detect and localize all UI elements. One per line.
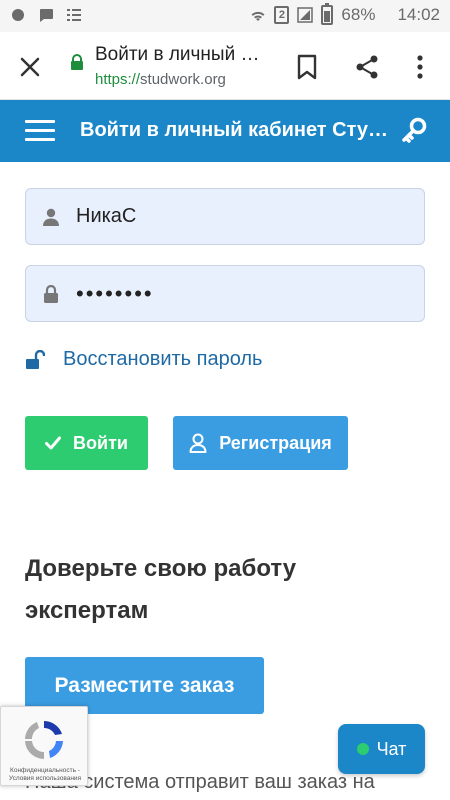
message-icon <box>40 9 53 22</box>
lock-icon <box>44 285 58 303</box>
chat-label: Чат <box>376 738 407 759</box>
hamburger-menu-icon[interactable] <box>25 120 55 142</box>
battery-icon <box>321 3 334 25</box>
secure-lock-icon <box>71 54 83 70</box>
page-title: Войти в личный … <box>95 44 260 65</box>
close-tab-button[interactable] <box>16 53 44 81</box>
notification-dot-icon <box>12 9 24 21</box>
battery-percent: 68% <box>341 5 376 24</box>
register-button[interactable]: Регистрация <box>173 416 348 470</box>
url-host: studwork.org <box>140 71 226 88</box>
restore-password-label: Восстановить пароль <box>63 348 263 370</box>
recaptcha-logo-icon <box>25 721 63 759</box>
online-status-icon <box>356 743 369 755</box>
browser-toolbar: Войти в личный … https://studwork.org <box>0 32 450 100</box>
login-input[interactable] <box>76 189 416 244</box>
restore-password-link[interactable]: Восстановить пароль <box>25 348 262 371</box>
bookmark-icon[interactable] <box>296 54 318 80</box>
sim-badge: 2 <box>274 6 290 24</box>
signal-icon <box>297 7 314 23</box>
unlock-icon <box>26 349 45 369</box>
password-input[interactable] <box>76 266 416 321</box>
user-outline-icon <box>189 433 207 453</box>
overflow-menu-icon[interactable] <box>414 54 426 80</box>
login-button[interactable]: Войти <box>25 416 148 470</box>
header-title: Войти в личный кабинет Сту… <box>80 119 389 141</box>
clock: 14:02 <box>397 5 440 24</box>
user-icon <box>43 208 59 226</box>
share-icon[interactable] <box>354 54 380 80</box>
promo-heading: Доверьте свою работу экспертам <box>25 555 297 624</box>
site-header: Войти в личный кабинет Сту… <box>0 100 450 162</box>
url-scheme: https:// <box>95 71 141 88</box>
key-icon[interactable] <box>401 117 427 143</box>
recaptcha-badge[interactable]: Конфиденциальность - Условия использован… <box>0 706 88 786</box>
status-bar: 2 68% 14:02 <box>0 0 450 32</box>
status-left-icons <box>10 7 82 23</box>
register-button-label: Регистрация <box>219 432 332 453</box>
promo-text: Наша система отправит ваш заказ на <box>25 771 375 793</box>
check-icon <box>45 436 62 450</box>
place-order-label: Разместите заказ <box>54 673 235 697</box>
recaptcha-terms: Конфиденциальность - Условия использован… <box>8 767 82 782</box>
status-right-icons: 2 68% 14:02 <box>250 3 440 25</box>
login-field[interactable] <box>25 188 425 245</box>
login-button-label: Войти <box>73 432 128 453</box>
list-icon <box>67 9 81 21</box>
wifi-icon <box>251 11 265 21</box>
password-field[interactable] <box>25 265 425 322</box>
url-text[interactable]: https://studwork.org <box>95 71 226 88</box>
close-icon <box>20 57 40 77</box>
chat-button[interactable]: Чат <box>338 724 425 774</box>
